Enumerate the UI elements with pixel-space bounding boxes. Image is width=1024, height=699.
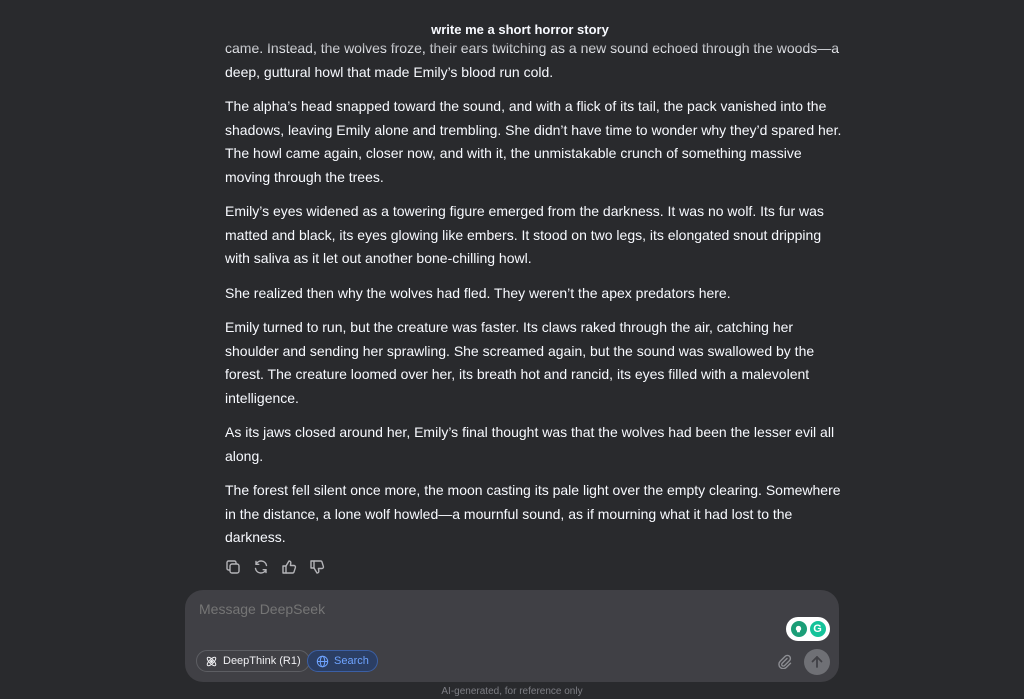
deepthink-toggle[interactable]: DeepThink (R1) (196, 650, 310, 672)
thumbs-down-icon (310, 560, 325, 574)
attach-button[interactable] (774, 651, 794, 671)
disclaimer: AI-generated, for reference only (441, 686, 583, 697)
thumbs-up-button[interactable] (279, 557, 299, 577)
message-paragraph: Emily turned to run, but the creature wa… (225, 319, 815, 406)
chat-page: write me a short horror story came. Inst… (0, 0, 1024, 699)
lightbulb-icon (790, 621, 807, 637)
assistant-message: came. Instead, the wolves froze, their e… (225, 37, 845, 561)
page-title: write me a short horror story (431, 22, 609, 37)
globe-icon (316, 655, 329, 667)
paperclip-icon (778, 654, 792, 669)
copy-icon (226, 560, 240, 574)
message-paragraph: The forest fell silent once more, the mo… (225, 482, 841, 545)
arrow-up-icon (811, 656, 823, 668)
grammarly-widget[interactable]: G (786, 617, 830, 641)
thumbs-up-icon (282, 560, 297, 574)
message-paragraph: As its jaws closed around her, Emily’s f… (225, 424, 835, 464)
message-paragraph: She realized then why the wolves had fle… (225, 284, 731, 301)
message-input[interactable] (197, 600, 761, 618)
deepthink-label: DeepThink (R1) (223, 655, 301, 667)
message-paragraph: The alpha’s head snapped toward the soun… (225, 98, 842, 185)
message-paragraph: came. Instead, the wolves froze, their e… (225, 40, 840, 80)
message-actions (223, 557, 327, 577)
atom-icon (206, 656, 217, 666)
copy-button[interactable] (223, 557, 243, 577)
message-composer: G DeepThink (R1) Search (185, 590, 839, 682)
regenerate-icon (254, 560, 268, 574)
search-label: Search (334, 655, 369, 667)
search-toggle[interactable]: Search (307, 650, 378, 672)
thumbs-down-button[interactable] (307, 557, 327, 577)
send-button[interactable] (804, 649, 830, 675)
grammarly-icon: G (809, 621, 826, 637)
regenerate-button[interactable] (251, 557, 271, 577)
message-paragraph: Emily’s eyes widened as a towering figur… (225, 203, 824, 266)
